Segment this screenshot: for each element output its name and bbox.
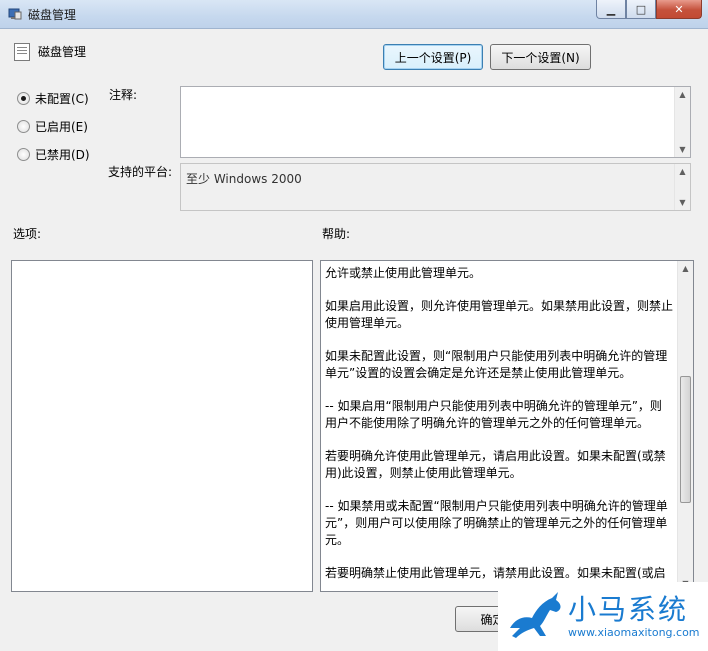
horse-logo-icon xyxy=(510,592,561,638)
help-text: 允许或禁止使用此管理单元。 如果启用此设置，则允许使用管理单元。如果禁用此设置，… xyxy=(325,265,674,591)
scroll-up-icon[interactable]: ▲ xyxy=(675,87,690,102)
help-paragraph: 若要明确允许使用此管理单元，请启用此设置。如果未配置(或禁用)此设置，则禁止使用… xyxy=(325,449,666,480)
scroll-down-icon[interactable]: ▼ xyxy=(675,142,690,157)
options-label: 选项: xyxy=(13,227,42,241)
comment-textarea[interactable]: ▲ ▼ xyxy=(180,86,691,158)
window-controls: ▁ □ ✕ xyxy=(596,0,702,19)
radio-label: 已禁用(D) xyxy=(35,148,90,162)
help-label: 帮助: xyxy=(322,227,351,241)
help-paragraph: 允许或禁止使用此管理单元。 xyxy=(325,266,482,280)
platform-value: 至少 Windows 2000 xyxy=(186,172,302,186)
platform-label: 支持的平台: xyxy=(108,165,173,179)
radio-disabled[interactable]: 已禁用(D) xyxy=(17,146,90,163)
watermark-url: www.xiaomaxitong.com xyxy=(568,626,700,639)
radio-dot xyxy=(17,148,30,161)
help-paragraph: -- 如果启用“限制用户只能使用列表中明确允许的管理单元”，则用户不能使用除了明… xyxy=(325,399,662,430)
minimize-button[interactable]: ▁ xyxy=(596,0,626,19)
window-title: 磁盘管理 xyxy=(28,8,77,22)
radio-dot xyxy=(17,92,30,105)
help-paragraph: 若要明确禁止使用此管理单元，请禁用此设置。如果未配置(或启 xyxy=(325,566,666,580)
radio-dot xyxy=(17,120,30,133)
comment-label: 注释: xyxy=(109,88,138,102)
radio-not-configured[interactable]: 未配置(C) xyxy=(17,90,89,107)
watermark-name: 小马系统 xyxy=(568,593,689,626)
platform-box: 至少 Windows 2000 ▲ ▼ xyxy=(180,163,691,211)
help-paragraph: 如果未配置此设置，则“限制用户只能使用列表中明确允许的管理单元”设置的设置会确定… xyxy=(325,349,668,380)
help-panel: 允许或禁止使用此管理单元。 如果启用此设置，则允许使用管理单元。如果禁用此设置，… xyxy=(320,260,694,592)
scroll-thumb[interactable] xyxy=(680,376,691,503)
scroll-up-icon[interactable]: ▲ xyxy=(678,261,693,276)
help-scrollbar[interactable]: ▲ ▼ xyxy=(677,261,693,591)
options-panel xyxy=(11,260,313,592)
help-paragraph: 如果启用此设置，则允许使用管理单元。如果禁用此设置，则禁止使用管理单元。 xyxy=(325,299,674,330)
previous-setting-button[interactable]: 上一个设置(P) xyxy=(383,44,483,70)
radio-label: 未配置(C) xyxy=(35,92,89,106)
scroll-up-icon[interactable]: ▲ xyxy=(675,164,690,179)
policy-setting-icon xyxy=(14,43,30,61)
scroll-down-icon[interactable]: ▼ xyxy=(675,195,690,210)
close-button[interactable]: ✕ xyxy=(656,0,702,19)
next-setting-button[interactable]: 下一个设置(N) xyxy=(490,44,591,70)
setting-name: 磁盘管理 xyxy=(38,45,87,59)
radio-enabled[interactable]: 已启用(E) xyxy=(17,118,88,135)
app-icon xyxy=(8,8,22,20)
comment-scrollbar[interactable]: ▲ ▼ xyxy=(674,87,690,157)
title-bar: 磁盘管理 ▁ □ ✕ xyxy=(0,0,708,29)
platform-scrollbar[interactable]: ▲ ▼ xyxy=(674,164,690,210)
maximize-button[interactable]: □ xyxy=(626,0,656,19)
radio-label: 已启用(E) xyxy=(35,120,88,134)
help-paragraph: -- 如果禁用或未配置“限制用户只能使用列表中明确允许的管理单元”，则用户可以使… xyxy=(325,499,668,547)
